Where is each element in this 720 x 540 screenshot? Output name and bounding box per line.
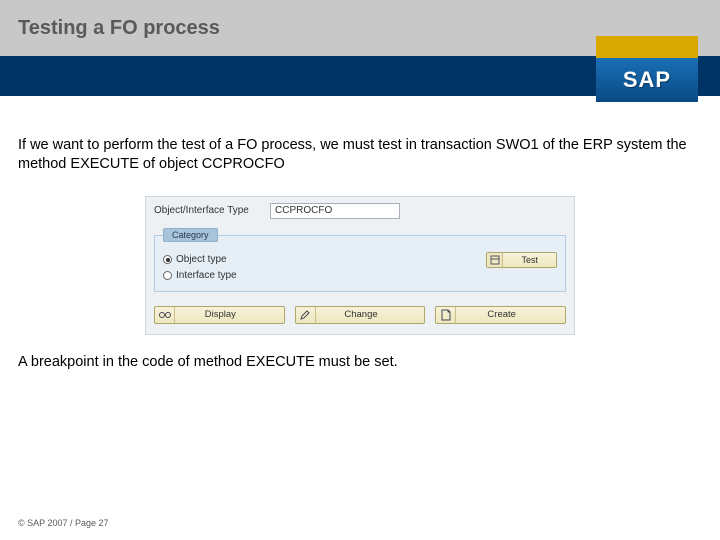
sap-gui-screenshot: Object/Interface Type CCPROCFO Category … <box>145 196 575 335</box>
category-title: Category <box>163 228 218 242</box>
content-area: If we want to perform the test of a FO p… <box>0 110 720 372</box>
object-type-field[interactable]: CCPROCFO <box>270 203 400 219</box>
sub-header: SAP <box>0 56 720 110</box>
gold-accent <box>596 36 698 58</box>
object-type-label: Object/Interface Type <box>154 205 264 216</box>
change-button-label: Change <box>316 309 425 320</box>
test-button-label: Test <box>503 255 556 265</box>
create-button[interactable]: Create <box>435 306 566 324</box>
radio-interface-type[interactable] <box>163 271 172 280</box>
object-type-row: Object/Interface Type CCPROCFO <box>146 197 574 225</box>
object-type-value: CCPROCFO <box>275 205 332 216</box>
create-button-label: Create <box>456 309 565 320</box>
display-button-label: Display <box>175 309 284 320</box>
test-button[interactable]: Test <box>486 252 557 268</box>
category-groupbox: Category Object type Test <box>154 235 566 292</box>
glasses-icon <box>155 307 175 323</box>
radio-row-object-type: Object type Test <box>163 252 557 268</box>
sap-logo: SAP <box>596 58 698 102</box>
document-icon <box>436 307 456 323</box>
sap-logo-block: SAP <box>596 36 698 102</box>
display-button[interactable]: Display <box>154 306 285 324</box>
pencil-icon <box>296 307 316 323</box>
radio-interface-type-label: Interface type <box>176 270 237 281</box>
paragraph-1: If we want to perform the test of a FO p… <box>18 136 702 174</box>
change-button[interactable]: Change <box>295 306 426 324</box>
sap-logo-text: SAP <box>623 67 671 93</box>
test-icon <box>487 253 503 267</box>
radio-object-type[interactable] <box>163 255 172 264</box>
button-row: Display Change Create <box>146 300 574 334</box>
page-title: Testing a FO process <box>18 17 220 40</box>
radio-object-type-label: Object type <box>176 254 227 265</box>
footer-text: © SAP 2007 / Page 27 <box>18 518 109 528</box>
radio-row-interface-type: Interface type <box>163 270 557 281</box>
paragraph-2: A breakpoint in the code of method EXECU… <box>18 353 702 372</box>
